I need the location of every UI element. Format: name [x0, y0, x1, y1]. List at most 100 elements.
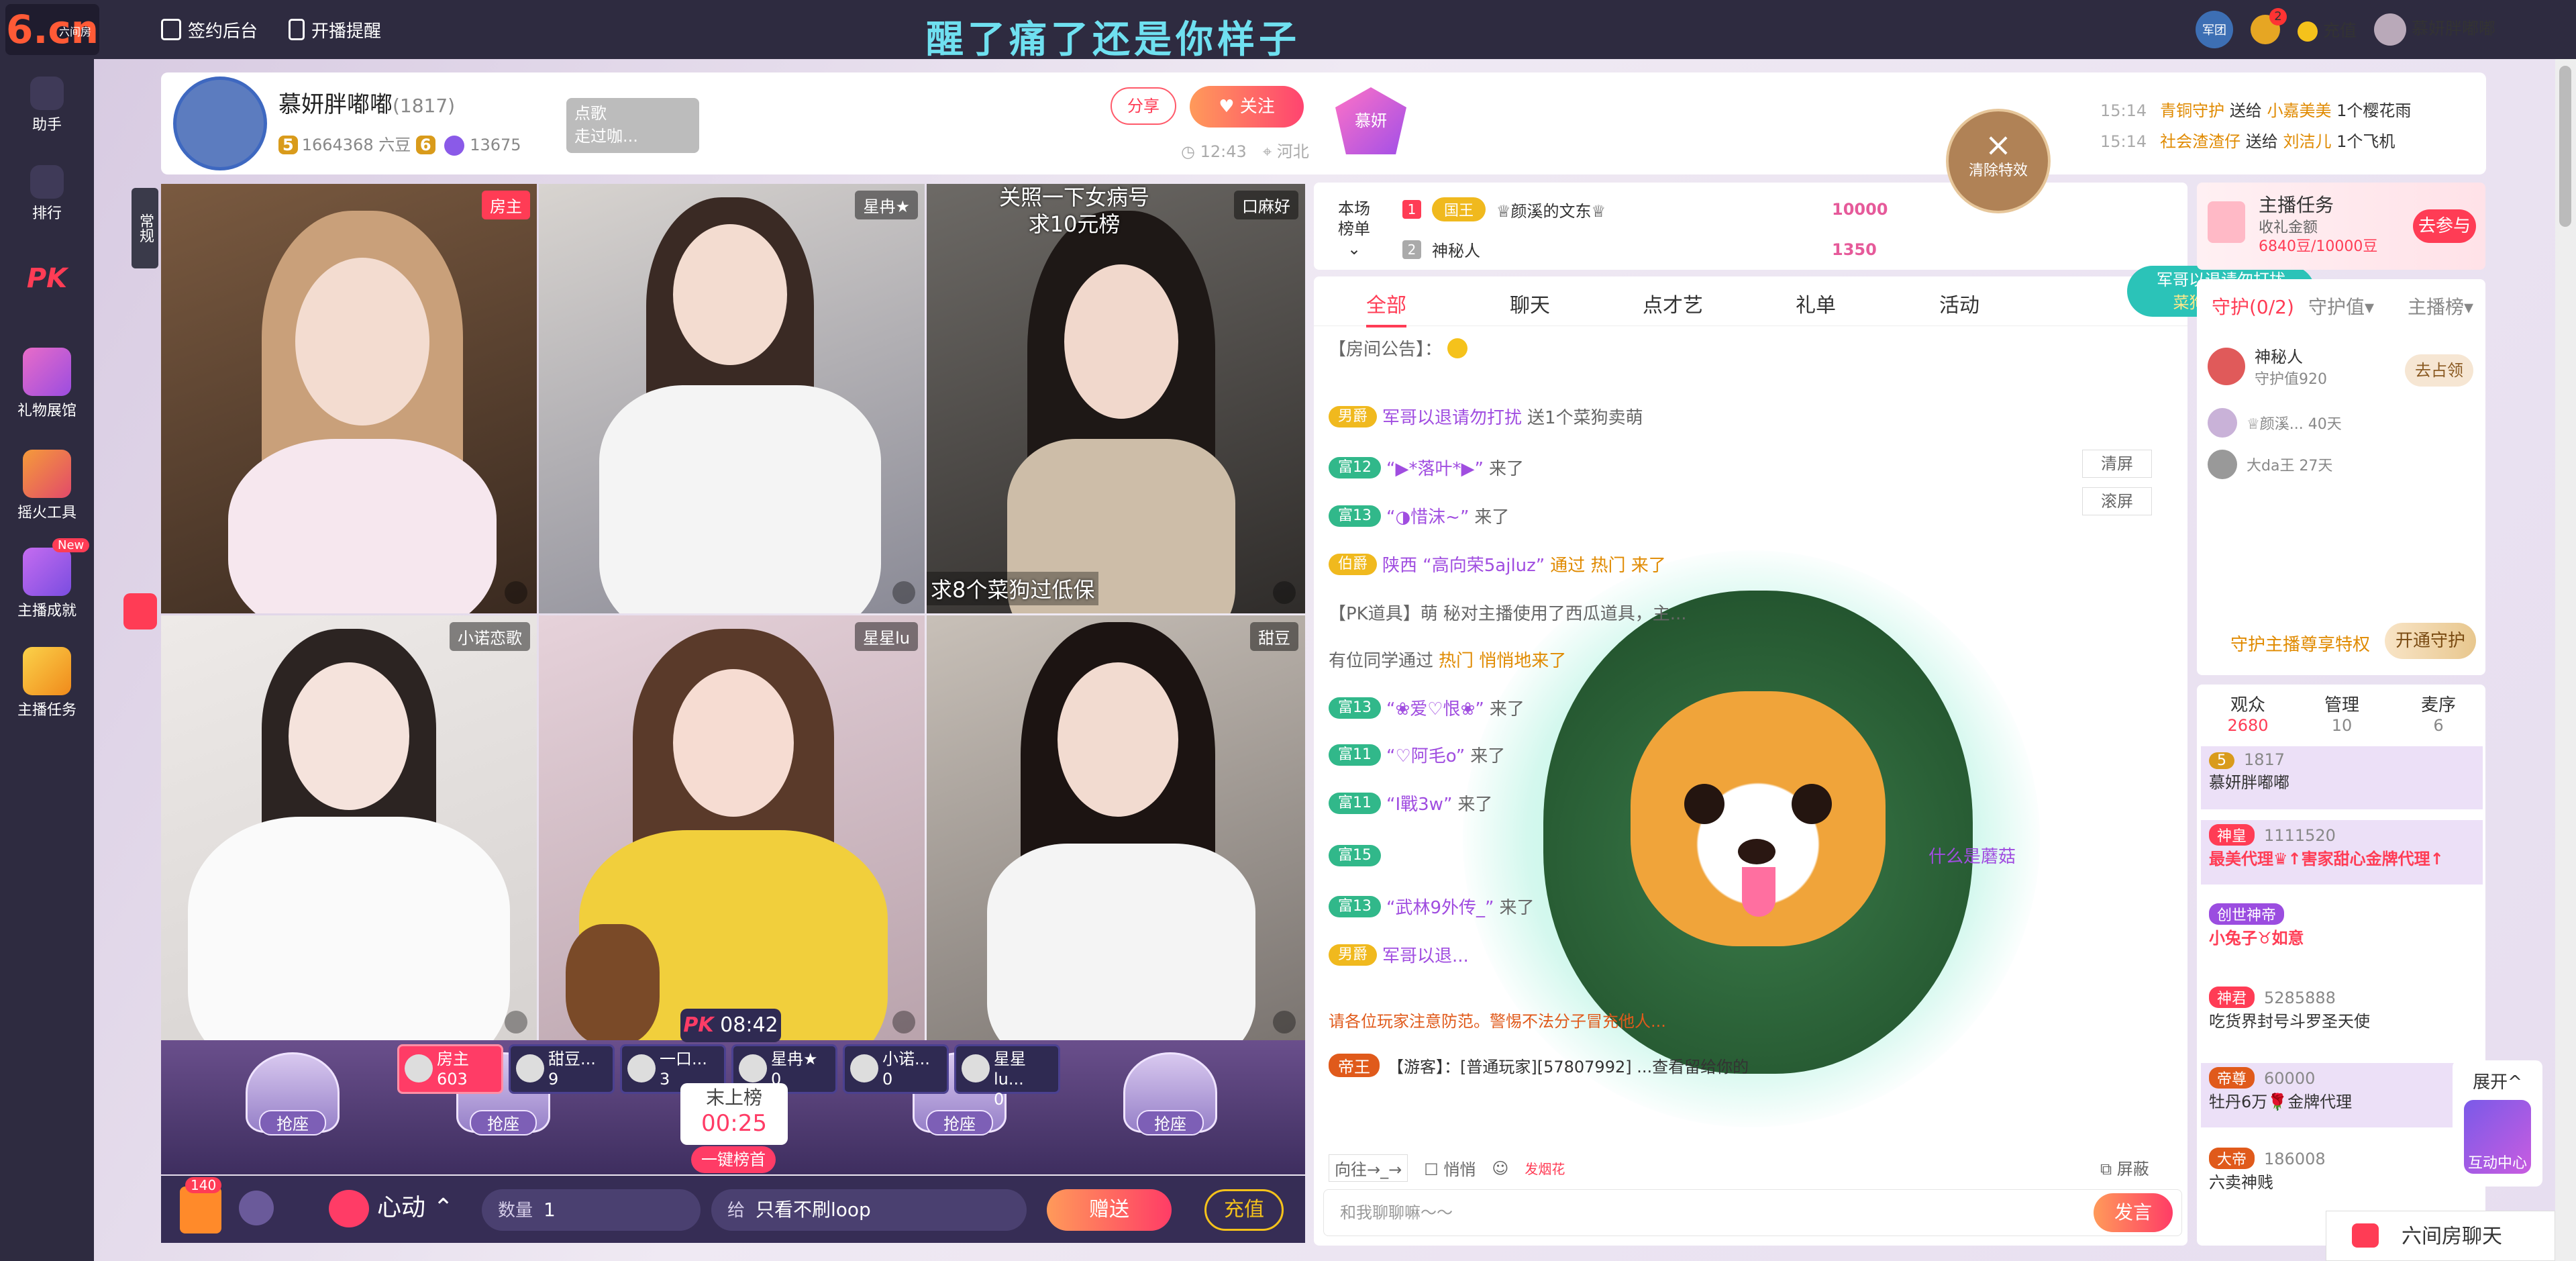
emoji-button[interactable]: ☺ — [1492, 1159, 1508, 1178]
audience-row[interactable]: 帝尊 60000 牡丹6万🌹金牌代理 — [2201, 1063, 2483, 1127]
sidebar-item-task[interactable]: 主播任务 — [0, 647, 94, 719]
tab-all[interactable]: 全部 — [1366, 289, 1406, 327]
shield-button[interactable]: ⧉ 屏蔽 — [2100, 1156, 2149, 1179]
interact-center[interactable]: 展开^ 互动中心 — [2453, 1060, 2542, 1187]
tab-anchor-rank[interactable]: 主播榜▾ — [2408, 293, 2473, 319]
anchor-face — [295, 258, 429, 425]
guard-row[interactable]: 大da王 27天 — [2208, 450, 2332, 479]
side-rule-tab[interactable]: 常规 — [132, 188, 158, 268]
sidebar-item-gift-hall[interactable]: 礼物展馆 — [0, 348, 94, 420]
video-tile[interactable]: 房主 — [161, 184, 537, 613]
clear-screen-button[interactable]: 清屏 — [2082, 450, 2152, 478]
video-tag: 小诺恋歌 — [450, 622, 530, 651]
video-tile[interactable]: 甜豆 — [927, 615, 1305, 1043]
gift-box-button[interactable]: 140 — [180, 1177, 222, 1233]
chat-target-select[interactable]: 向往→_→ — [1329, 1154, 1408, 1182]
sidebar-item-rank[interactable]: 排行 — [0, 165, 94, 223]
occupy-button[interactable]: 去占领 — [2405, 354, 2473, 387]
video-tile[interactable]: 星冉★ — [539, 184, 925, 613]
sign-backend-button[interactable]: 签约后台 — [161, 15, 258, 44]
scrollbar-thumb[interactable] — [2559, 66, 2571, 227]
audience-row[interactable]: 5 1817 慕妍胖嘟嘟 — [2201, 746, 2483, 809]
recharge-button[interactable]: 充值 — [1204, 1189, 1284, 1231]
remind-label: 开播提醒 — [311, 21, 382, 42]
rank-name: ♕颜溪的文东♕ — [1496, 201, 1606, 221]
heartbeat-gift[interactable]: 心动 ⌃ — [329, 1188, 454, 1227]
tab-admin[interactable]: 管理 10 — [2295, 695, 2389, 736]
firework-button[interactable]: 发烟花 — [1525, 1158, 1565, 1178]
scroll-screen-button[interactable]: 滚屏 — [2082, 487, 2152, 515]
open-guard-button[interactable]: 开通守护 — [2385, 623, 2476, 659]
chat-input[interactable]: 和我聊聊嘛～～ — [1323, 1189, 2182, 1236]
song-request-button[interactable]: 点歌 走过咖... — [566, 98, 699, 153]
recharge-link[interactable]: 充值 — [2297, 17, 2357, 42]
tab-mic-order[interactable]: 麦序 6 — [2391, 695, 2485, 736]
one-click-top-button[interactable]: 一键榜首 — [691, 1146, 776, 1173]
video-tile[interactable]: 星星lu — [539, 615, 925, 1043]
speaker-icon[interactable] — [505, 1011, 527, 1033]
audience-row[interactable]: 神君 5285888 吃货界封号斗罗圣天使 — [2201, 982, 2483, 1043]
mic-item[interactable]: 小诺... 0 — [843, 1044, 949, 1094]
quantity-select[interactable]: 数量 1 — [482, 1189, 701, 1231]
page-scrollbar[interactable] — [2555, 59, 2576, 1261]
audience-row[interactable]: 创世神帝 小兔子♉如意 — [2201, 899, 2483, 960]
tab-guard-value[interactable]: 守护值▾ — [2308, 293, 2374, 319]
speaker-icon[interactable] — [1273, 581, 1296, 604]
grab-seat-button[interactable]: 抢座 — [470, 1110, 537, 1136]
seat[interactable]: 抢座 — [1110, 1052, 1231, 1153]
sidebar-item-assistant[interactable]: 助手 — [0, 77, 94, 134]
tab-activity[interactable]: 活动 — [1939, 289, 1979, 318]
audience-row[interactable]: 大帝 186008 六卖神贱 — [2201, 1144, 2483, 1204]
guard-row[interactable]: ♕颜溪... 40天 — [2208, 408, 2342, 438]
audience-row[interactable]: 神皇 1111520 最美代理♛↑害家甜心金牌代理↑ — [2201, 820, 2483, 885]
fan-gift-icon[interactable] — [239, 1191, 274, 1225]
troop-button[interactable]: 军团 — [2195, 11, 2233, 48]
chat-message: 富13 “武林9外传_” 来了 — [1329, 894, 1535, 919]
whisper-checkbox[interactable]: ☐ 悄悄 — [1424, 1156, 1476, 1180]
expand-button[interactable]: 展开^ — [2453, 1068, 2542, 1093]
guard-row[interactable]: 神秘人 守护值920 — [2208, 344, 2327, 389]
join-task-button[interactable]: 去参与 — [2413, 209, 2476, 243]
grab-seat-button[interactable]: 抢座 — [926, 1110, 993, 1136]
video-tile[interactable]: 口麻好 关照一下女病号 求10元榜 求8个菜狗过低保 — [927, 184, 1305, 613]
interact-center-icon[interactable]: 互动中心 — [2464, 1100, 2531, 1174]
anchor-body — [599, 385, 881, 613]
seat[interactable]: 抢座 — [232, 1052, 353, 1153]
liu-chat-bar[interactable]: 六间房聊天 — [2326, 1211, 2555, 1261]
mic-item[interactable]: 星星lu... 0 — [954, 1044, 1060, 1109]
clear-effect-button[interactable]: × 清除特效 — [1946, 109, 2051, 213]
follow-button[interactable]: ♥ 关注 — [1190, 86, 1304, 128]
chat-send-button[interactable]: 发言 — [2094, 1193, 2173, 1232]
site-logo[interactable]: 6.cn 六间房 — [5, 4, 99, 55]
ranking-row[interactable]: 1 国王 ♕颜溪的文东♕ 10000 — [1402, 197, 1888, 221]
speaker-icon[interactable] — [505, 581, 527, 604]
sidebar-item-pk[interactable]: PK — [0, 263, 94, 294]
sidebar-item-achievement[interactable]: 主播成就 — [0, 548, 94, 620]
ranking-title[interactable]: 本场 榜单 ⌄ — [1338, 199, 1370, 259]
grab-seat-button[interactable]: 抢座 — [1137, 1110, 1204, 1136]
speaker-icon[interactable] — [892, 581, 915, 604]
tab-chat[interactable]: 聊天 — [1510, 289, 1550, 318]
recipient-select[interactable]: 给只看不刷loop — [711, 1189, 1027, 1231]
tab-guard[interactable]: 守护(0/2) — [2212, 293, 2294, 319]
grid-toggle-button[interactable] — [123, 593, 157, 629]
grab-seat-button[interactable]: 抢座 — [259, 1110, 326, 1136]
tab-gift-list[interactable]: 礼单 — [1796, 289, 1836, 318]
tab-talent[interactable]: 点才艺 — [1643, 289, 1703, 318]
live-reminder-button[interactable]: 开播提醒 — [289, 15, 381, 44]
send-gift-button[interactable]: 赠送 — [1047, 1189, 1172, 1231]
ranking-row[interactable]: 2 神秘人 1350 — [1402, 238, 1877, 261]
video-tile[interactable]: 小诺恋歌 — [161, 615, 537, 1043]
speaker-icon[interactable] — [892, 1011, 915, 1033]
bell-icon[interactable]: 2 — [2250, 8, 2287, 44]
sidebar-item-tool[interactable]: 摇火工具 — [0, 450, 94, 522]
anchor-avatar[interactable] — [173, 77, 267, 170]
pk-time: 08:42 — [720, 1013, 778, 1037]
user-menu[interactable]: 慕妍胖嘟嘟 — [2373, 13, 2495, 46]
mic-item[interactable]: 房主 603 — [397, 1044, 503, 1094]
mic-item[interactable]: 甜豆... 9 — [509, 1044, 615, 1094]
fans-icon — [444, 136, 465, 156]
share-button[interactable]: 分享 — [1111, 87, 1176, 125]
speaker-icon[interactable] — [1273, 1011, 1296, 1033]
tab-audience[interactable]: 观众 2680 — [2201, 695, 2295, 736]
